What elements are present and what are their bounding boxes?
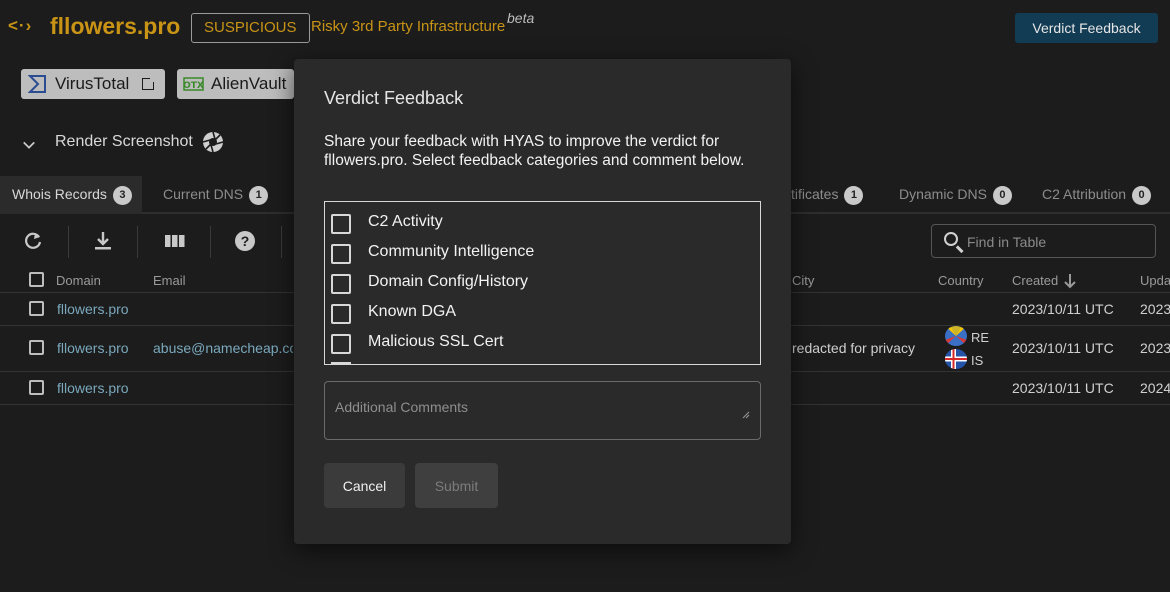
column-city[interactable]: City (792, 273, 814, 288)
cancel-button[interactable]: Cancel (324, 463, 405, 508)
column-updated[interactable]: Upda (1140, 273, 1170, 288)
dialog-description: Share your feedback with HYAS to improve… (324, 133, 745, 169)
beta-label: beta (507, 10, 535, 26)
category-label: Malicious SSL Cert (368, 333, 504, 350)
tab-label: Current DNS (163, 186, 244, 202)
email-cell[interactable]: abuse@namecheap.co (153, 340, 293, 356)
tab-label: Whois Records (12, 186, 107, 202)
download-icon[interactable] (92, 230, 114, 252)
toolbar-divider (68, 226, 69, 258)
created-cell: 2023/10/11 UTC (1012, 340, 1114, 356)
domain-link[interactable]: fllowers.pro (57, 340, 129, 356)
reunion-flag-icon (945, 326, 967, 346)
submit-button[interactable]: Submit (415, 463, 498, 508)
tab-count-badge: 0 (1132, 186, 1152, 205)
refresh-icon[interactable] (22, 230, 44, 252)
select-all-checkbox[interactable] (29, 272, 44, 287)
category-checkbox[interactable] (331, 244, 351, 264)
camera-aperture-icon (202, 131, 224, 153)
domain-title: fllowers.pro (50, 13, 181, 39)
verdict-description: Risky 3rd Party Infrastructure (311, 18, 506, 35)
verdict-feedback-button[interactable]: Verdict Feedback (1015, 13, 1158, 43)
svg-text:?: ? (241, 233, 250, 249)
toolbar-divider (137, 226, 138, 258)
header: <·› fllowers.pro SUSPICIOUS Risky 3rd Pa… (0, 0, 1170, 56)
row-checkbox[interactable] (29, 301, 44, 316)
category-label: Community Intelligence (368, 243, 535, 260)
sigma-icon (27, 74, 48, 94)
external-link-icon (142, 76, 157, 90)
domain-link[interactable]: fllowers.pro (57, 380, 129, 396)
category-checkbox[interactable] (331, 214, 351, 234)
row-checkbox[interactable] (29, 380, 44, 395)
code-brackets-icon: <·› (8, 16, 33, 35)
toolbar-divider (210, 226, 211, 258)
city-cell: redacted for privacy (792, 340, 915, 356)
iceland-flag-icon (945, 349, 967, 369)
help-icon[interactable]: ? (234, 230, 256, 252)
search-input[interactable] (967, 232, 1147, 252)
virustotal-label: VirusTotal (55, 74, 130, 93)
updated-cell: 2024 (1140, 380, 1170, 396)
tab-certificates[interactable]: tificates 1 (779, 176, 864, 214)
tab-count-badge: 1 (844, 186, 864, 205)
otx-icon: OTX (183, 74, 204, 94)
sort-arrow-down-icon[interactable] (1063, 273, 1077, 289)
category-label: Domain Config/History (368, 273, 529, 290)
tab-c2-attribution[interactable]: C2 Attribution 0 (1030, 176, 1152, 214)
column-domain[interactable]: Domain (56, 273, 101, 288)
category-checkbox[interactable] (331, 334, 351, 354)
columns-icon[interactable] (164, 230, 186, 252)
domain-link[interactable]: fllowers.pro (57, 301, 129, 317)
tab-count-badge: 1 (249, 186, 269, 205)
toolbar-divider (281, 226, 282, 258)
category-label: C2 Activity (368, 213, 443, 230)
country-code: RE (971, 330, 990, 345)
tab-current-dns[interactable]: Current DNS 1 (151, 176, 269, 214)
column-country[interactable]: Country (938, 273, 984, 288)
resize-handle-icon[interactable] (742, 411, 750, 419)
row-checkbox[interactable] (29, 340, 44, 355)
alienvault-label: AlienVault (211, 74, 287, 93)
feedback-category-list[interactable]: C2 Activity Community Intelligence Domai… (324, 201, 761, 365)
table-search[interactable] (931, 224, 1156, 258)
svg-text:OTX: OTX (183, 81, 204, 91)
column-created[interactable]: Created (1012, 273, 1058, 288)
tab-label: C2 Attribution (1042, 186, 1127, 202)
additional-comments-input[interactable] (324, 381, 761, 440)
updated-cell: 2023 (1140, 340, 1170, 356)
category-checkbox-partial (331, 362, 351, 364)
verdict-badge: SUSPICIOUS (191, 13, 310, 43)
column-email[interactable]: Email (153, 273, 186, 288)
tab-whois-records[interactable]: Whois Records 3 (0, 176, 142, 214)
created-cell: 2023/10/11 UTC (1012, 301, 1114, 317)
verdict-feedback-dialog: Verdict Feedback Share your feedback wit… (294, 59, 791, 544)
created-cell: 2023/10/11 UTC (1012, 380, 1114, 396)
category-checkbox[interactable] (331, 304, 351, 324)
tab-label: Dynamic DNS (899, 186, 987, 202)
render-screenshot-label: Render Screenshot (55, 133, 193, 150)
tab-count-badge: 3 (112, 186, 132, 205)
virustotal-link[interactable]: VirusTotal (21, 69, 165, 99)
dialog-title: Verdict Feedback (324, 88, 464, 108)
tab-dynamic-dns[interactable]: Dynamic DNS 0 (887, 176, 1012, 214)
country-code: IS (971, 353, 984, 368)
category-label: Known DGA (368, 303, 457, 320)
alienvault-link[interactable]: OTX AlienVault (177, 69, 294, 99)
search-icon (944, 232, 958, 246)
tab-label: tificates (791, 186, 839, 202)
chevron-down-icon (23, 141, 35, 149)
category-checkbox[interactable] (331, 274, 351, 294)
updated-cell: 2023 (1140, 301, 1170, 317)
tab-count-badge: 0 (992, 186, 1012, 205)
